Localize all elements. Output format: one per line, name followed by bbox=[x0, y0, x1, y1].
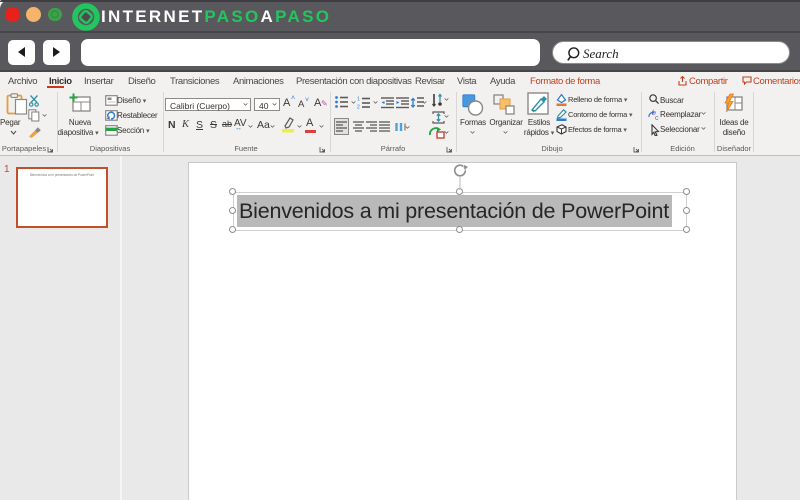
svg-text:c: c bbox=[655, 115, 659, 121]
svg-text:2: 2 bbox=[357, 105, 360, 110]
svg-text:1: 1 bbox=[357, 97, 360, 103]
